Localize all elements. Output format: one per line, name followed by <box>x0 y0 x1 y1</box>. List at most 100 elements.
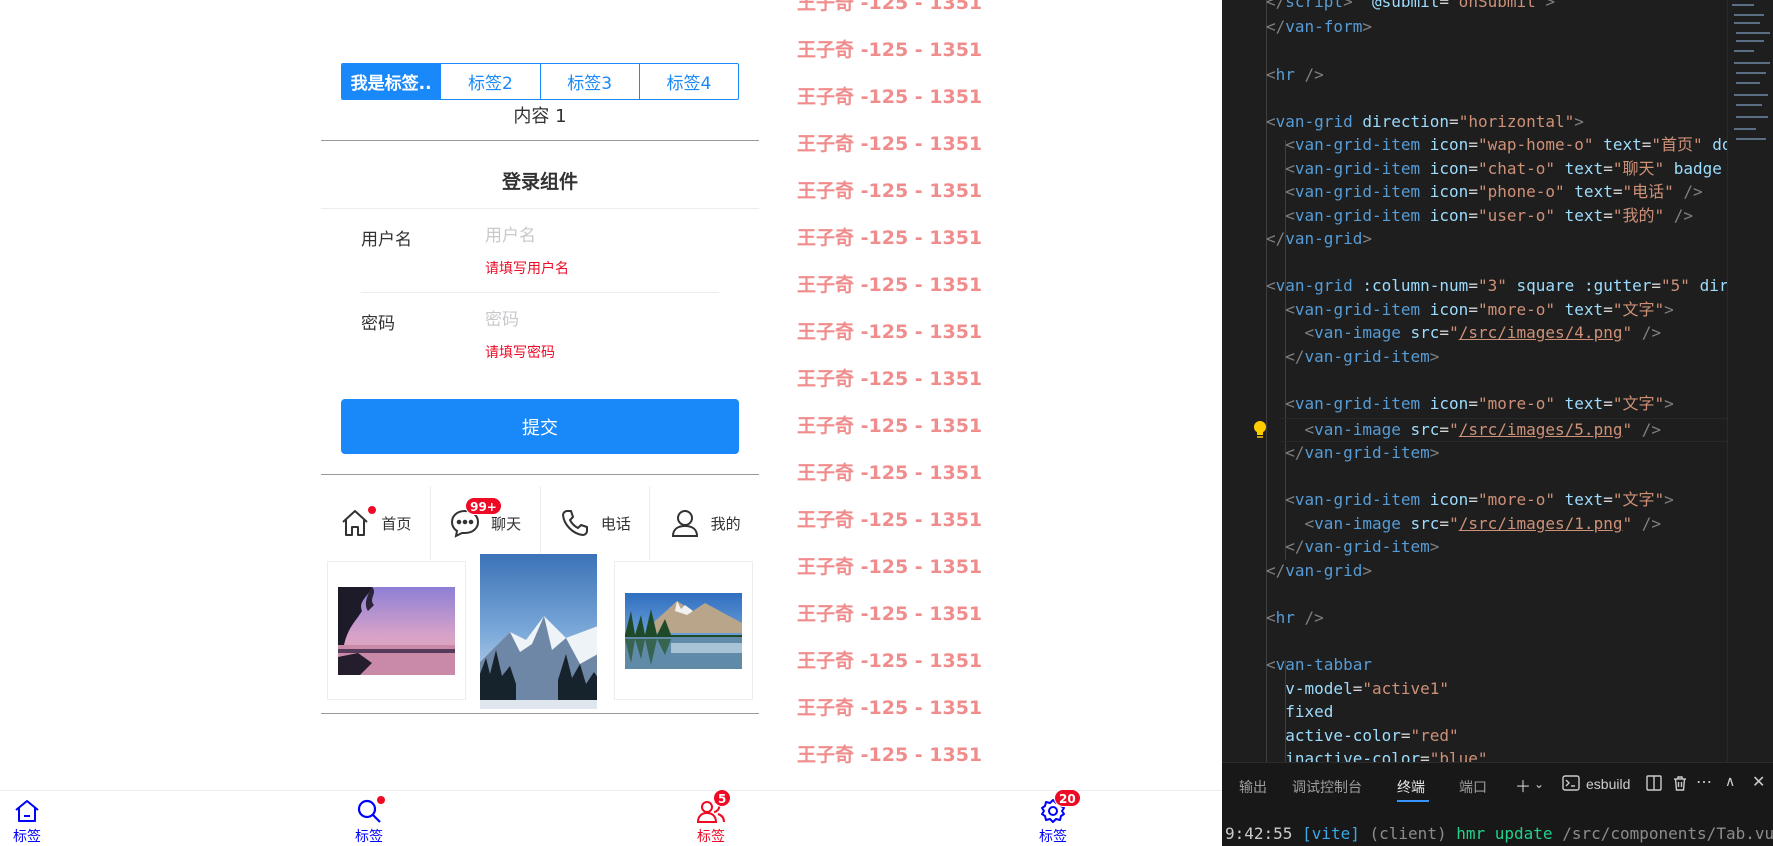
terminal[interactable]: 9:42:55 [vite] (client) hmr update /src/… <box>1222 806 1773 846</box>
panel-tabs: 输出 调试控制台 终端 端口 ＋ ⌄ esbuild ⋯ ∧ ✕ <box>1222 762 1773 806</box>
grid-item-text: 电话 <box>600 514 631 533</box>
password-input[interactable] <box>485 306 715 334</box>
form-border <box>321 208 759 209</box>
code-line: <van-grid :column-num="3" square :gutter… <box>1266 276 1727 295</box>
password-error: 请填写密码 <box>485 345 555 361</box>
image-grid-item[interactable] <box>471 554 597 709</box>
minimap[interactable] <box>1727 0 1773 762</box>
grid-item-home[interactable]: 首页 <box>321 486 431 560</box>
code-line: <van-image src="/src/images/4.png" /> <box>1304 323 1662 342</box>
code-area[interactable]: </script> @submit="onSubmit"> </van-form… <box>1222 0 1727 762</box>
tab-2[interactable]: 标签2 <box>440 64 539 99</box>
terminal-time: 9:42:55 <box>1225 824 1293 843</box>
notification-dot <box>367 505 378 515</box>
divider <box>321 474 759 475</box>
friends-icon: 5 <box>696 789 732 825</box>
grid-item-user[interactable]: 我的 <box>650 486 759 560</box>
minimap-line <box>1736 40 1764 42</box>
minimap-line <box>1734 22 1760 24</box>
snowy-mountain-image <box>480 554 597 709</box>
trash-icon[interactable] <box>1672 775 1688 796</box>
code-line: active-color="red" <box>1285 726 1459 745</box>
divider <box>321 713 759 714</box>
friends-badge: 5 <box>713 789 732 807</box>
minimap-line <box>1734 62 1770 64</box>
code-line: <van-grid-item icon="chat-o" text="聊天" b… <box>1285 159 1722 178</box>
code-line: fixed <box>1285 702 1334 721</box>
terminal-icon <box>1562 775 1580 796</box>
watermark-text: 王子奇 -125 - 1351 <box>797 462 983 484</box>
chat-badge: 99+ <box>465 497 502 515</box>
watermark-text: 王子奇 -125 - 1351 <box>797 227 983 249</box>
watermark-text: 王子奇 -125 - 1351 <box>797 86 983 108</box>
code-line: </van-grid-item> <box>1285 347 1440 366</box>
sunset-lake-image <box>338 587 455 675</box>
grid-item-text: 首页 <box>381 514 412 533</box>
close-icon[interactable]: ✕ <box>1752 772 1765 792</box>
watermark-text: 王子奇 -125 - 1351 <box>797 0 983 14</box>
panel-tab-debug-console[interactable]: 调试控制台 <box>1292 777 1362 797</box>
code-line: <van-grid-item icon="more-o" text="文字"> <box>1285 394 1674 413</box>
minimap-line <box>1736 138 1766 140</box>
grid-item-text: 聊天 <box>491 514 522 533</box>
watermark-text: 王子奇 -125 - 1351 <box>797 133 983 155</box>
tabbar-label: 标签 <box>13 829 41 845</box>
username-input[interactable] <box>485 222 715 250</box>
watermark-text: 王子奇 -125 - 1351 <box>797 368 983 390</box>
username-error: 请填写用户名 <box>485 261 569 277</box>
minimap-line <box>1734 94 1768 96</box>
panel-tab-terminal[interactable]: 终端 <box>1397 777 1425 797</box>
code-line: <van-grid direction="horizontal"> <box>1266 112 1584 131</box>
grid-item-phone[interactable]: 电话 <box>541 486 651 560</box>
tabbar-item-home[interactable]: 标签 <box>0 797 57 846</box>
submit-button[interactable]: 提交 <box>341 399 739 454</box>
tab-1[interactable]: 我是标签.. <box>342 64 441 99</box>
minimap-line <box>1734 50 1754 52</box>
tab-4[interactable]: 标签4 <box>638 64 738 99</box>
minimap-line <box>1734 14 1764 16</box>
active-tab-indicator <box>1397 800 1429 802</box>
tabbar: 标签 标签 5 标签 20 标签 <box>0 789 1222 846</box>
watermark-text: 王子奇 -125 - 1351 <box>797 697 983 719</box>
tabbar-item-setting[interactable]: 20 标签 <box>1023 789 1083 846</box>
watermark-text: 王子奇 -125 - 1351 <box>797 39 983 61</box>
minimap-line <box>1736 82 1760 84</box>
field-divider <box>361 292 719 293</box>
terminal-message: hmr update <box>1456 824 1553 843</box>
more-icon[interactable]: ⋯ <box>1696 772 1712 792</box>
search-icon <box>354 795 386 825</box>
setting-icon: 20 <box>1038 789 1081 825</box>
code-editor: </script> @submit="onSubmit"> </van-form… <box>1222 0 1773 846</box>
image-grid-item[interactable] <box>614 561 753 700</box>
minimap-line <box>1736 72 1766 74</box>
tab-3[interactable]: 标签3 <box>539 64 639 99</box>
grid-item-chat[interactable]: 99+ 聊天 <box>431 486 541 560</box>
code-line: <van-image src="/src/images/1.png" /> <box>1304 514 1662 533</box>
tabbar-item-friends[interactable]: 5 标签 <box>681 789 741 846</box>
chevron-up-icon[interactable]: ∧ <box>1725 773 1735 790</box>
code-line: <hr /> <box>1266 608 1324 627</box>
panel-tab-ports[interactable]: 端口 <box>1459 777 1487 797</box>
minimap-line <box>1736 104 1762 106</box>
code-line: </van-grid-item> <box>1285 537 1440 556</box>
code-line: <van-grid-item icon="more-o" text="文字"> <box>1285 300 1674 319</box>
code-line: </script> @submit="onSubmit"> <box>1266 0 1556 11</box>
split-terminal-icon[interactable] <box>1646 775 1662 796</box>
tabbar-item-search[interactable]: 标签 <box>339 795 399 846</box>
terminal-tag: [vite] <box>1302 824 1360 843</box>
chevron-down-icon[interactable]: ⌄ <box>1534 777 1544 791</box>
setting-badge: 20 <box>1054 789 1081 807</box>
watermark-text: 王子奇 -125 - 1351 <box>797 603 983 625</box>
code-line: <van-grid-item icon="more-o" text="文字"> <box>1285 490 1674 509</box>
terminal-profile-name[interactable]: esbuild <box>1586 776 1630 792</box>
code-line: <van-grid-item icon="phone-o" text="电话" … <box>1285 182 1703 201</box>
new-terminal-icon[interactable]: ＋ <box>1515 773 1531 797</box>
code-line: </van-grid> <box>1266 561 1372 580</box>
panel-tab-output[interactable]: 输出 <box>1239 777 1267 797</box>
code-line: v-model="active1" <box>1285 679 1450 698</box>
image-grid-item[interactable] <box>327 561 466 700</box>
watermark-text: 王子奇 -125 - 1351 <box>797 321 983 343</box>
minimap-line <box>1736 116 1768 118</box>
code-line: inactive-color="blue" <box>1285 749 1488 762</box>
minimap-line <box>1734 128 1756 130</box>
